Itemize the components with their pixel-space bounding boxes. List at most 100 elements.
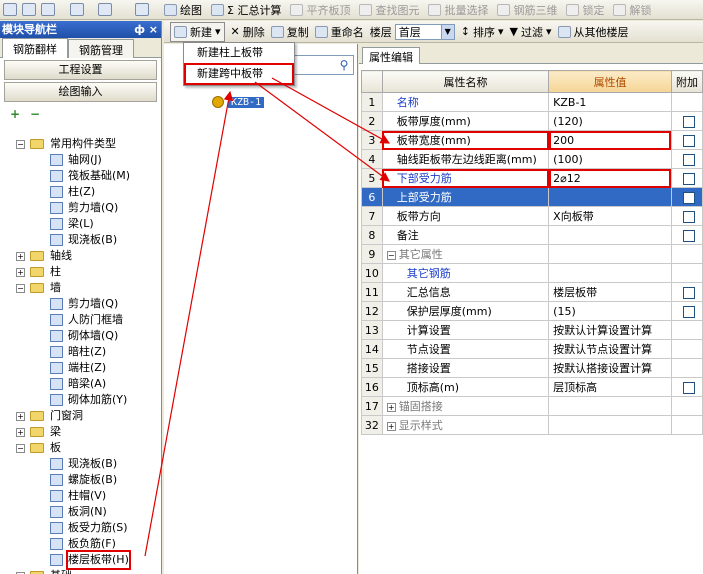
- property-row[interactable]: 1 名称 KZB-1: [361, 92, 703, 112]
- open-folder-icon[interactable]: [22, 3, 36, 16]
- tree-node[interactable]: + 轴线: [0, 248, 160, 264]
- filter-button[interactable]: ▼ 过滤 ▾: [510, 24, 552, 40]
- collapse-icon[interactable]: −: [16, 444, 25, 453]
- project-settings-button[interactable]: 工程设置: [4, 60, 157, 80]
- property-value[interactable]: 层顶标高: [548, 377, 672, 397]
- tree-node[interactable]: 板负筋(F): [0, 536, 160, 552]
- toolbar-button-1[interactable]: Σ 汇总计算: [211, 2, 281, 18]
- toolbar-button-2[interactable]: 平齐板顶: [290, 2, 350, 18]
- attach-checkbox[interactable]: [682, 153, 695, 166]
- attach-checkbox[interactable]: [682, 134, 695, 147]
- search-icon[interactable]: ⚲: [337, 58, 351, 72]
- property-row[interactable]: 3 板带宽度(mm) 200: [361, 130, 703, 150]
- tree-node[interactable]: + 柱: [0, 264, 160, 280]
- property-row[interactable]: 12 保护层厚度(mm) (15): [361, 301, 703, 321]
- tree-node[interactable]: 螺旋板(B): [0, 472, 160, 488]
- property-value[interactable]: [548, 244, 672, 264]
- property-row[interactable]: 13 计算设置 按默认计算设置计算: [361, 320, 703, 340]
- tree-node[interactable]: +基础: [0, 568, 160, 574]
- property-value[interactable]: 200: [548, 130, 672, 150]
- attach-checkbox[interactable]: [682, 286, 695, 299]
- property-row[interactable]: 11 汇总信息 楼层板带: [361, 282, 703, 302]
- attach-checkbox[interactable]: [682, 115, 695, 128]
- toolbar-button-7[interactable]: 解锁: [613, 2, 651, 18]
- new-button[interactable]: 新建 ▾: [170, 21, 225, 42]
- property-value[interactable]: (100): [548, 149, 672, 169]
- drawing-input-button[interactable]: 绘图输入: [4, 82, 157, 102]
- tree-node[interactable]: 端柱(Z): [0, 360, 160, 376]
- new-file-icon[interactable]: [3, 3, 17, 16]
- pin-icon[interactable]: ф: [134, 21, 145, 38]
- property-value[interactable]: [548, 263, 672, 283]
- property-row[interactable]: 17 + 锚固搭接: [361, 396, 703, 416]
- toolbar-button-3[interactable]: 查找图元: [359, 2, 419, 18]
- tree-node[interactable]: 剪力墙(Q): [0, 200, 160, 216]
- tree-node[interactable]: 砌体加筋(Y): [0, 392, 160, 408]
- property-row[interactable]: 32 + 显示样式: [361, 415, 703, 435]
- tree-node[interactable]: 现浇板(B): [0, 232, 160, 248]
- collapse-icon[interactable]: −: [386, 250, 396, 260]
- floor-dropdown[interactable]: 首层 ▼: [394, 23, 455, 40]
- expand-icon[interactable]: +: [386, 421, 396, 431]
- expand-all-icon[interactable]: +: [10, 108, 24, 120]
- property-value[interactable]: KZB-1: [548, 92, 672, 112]
- property-row[interactable]: 6 上部受力筋: [361, 187, 703, 207]
- property-value[interactable]: 按默认计算设置计算: [548, 320, 672, 340]
- tree-node[interactable]: 板洞(N): [0, 504, 160, 520]
- tree-node[interactable]: 柱(Z): [0, 184, 160, 200]
- expand-icon[interactable]: +: [16, 268, 25, 277]
- property-value[interactable]: [548, 415, 672, 435]
- property-value[interactable]: 2⌀12: [548, 168, 672, 188]
- tree-node[interactable]: 现浇板(B): [0, 456, 160, 472]
- property-value[interactable]: [548, 187, 672, 207]
- undo-icon[interactable]: [98, 3, 112, 16]
- property-row[interactable]: 4 轴线距板带左边线距离(mm) (100): [361, 149, 703, 169]
- search-input[interactable]: ⚲: [294, 55, 354, 75]
- toolbar-button-4[interactable]: 批量选择: [428, 2, 488, 18]
- property-value[interactable]: X向板带: [548, 206, 672, 226]
- rename-button[interactable]: 重命名: [314, 24, 364, 40]
- property-row[interactable]: 9− 其它属性: [361, 244, 703, 264]
- tree-node[interactable]: 楼层板带(H): [0, 550, 160, 570]
- menu-item-new-column-strip[interactable]: 新建柱上板带: [184, 43, 294, 63]
- tree-node[interactable]: + 门窗洞: [0, 408, 160, 424]
- overflow-icon[interactable]: [135, 3, 149, 16]
- dropdown-arrow-icon[interactable]: [41, 3, 55, 16]
- copy-button[interactable]: 复制: [270, 24, 309, 40]
- tree-node[interactable]: 柱帽(V): [0, 488, 160, 504]
- property-value[interactable]: 按默认搭接设置计算: [548, 358, 672, 378]
- toolbar-button-5[interactable]: 钢筋三维: [497, 2, 557, 18]
- attach-checkbox[interactable]: [682, 210, 695, 223]
- property-value[interactable]: [548, 225, 672, 245]
- tree-node[interactable]: 人防门框墙: [0, 312, 160, 328]
- expand-icon[interactable]: +: [16, 428, 25, 437]
- expand-icon[interactable]: +: [16, 412, 25, 421]
- property-row[interactable]: 5 下部受力筋 2⌀12: [361, 168, 703, 188]
- tree-node[interactable]: + 梁: [0, 424, 160, 440]
- tree-node[interactable]: 筏板基础(M): [0, 168, 160, 184]
- sort-button[interactable]: ↕ 排序 ▾: [461, 24, 504, 40]
- menu-item-new-middle-strip[interactable]: 新建跨中板带: [184, 63, 294, 85]
- tree-node[interactable]: 板受力筋(S): [0, 520, 160, 536]
- property-value[interactable]: (120): [548, 111, 672, 131]
- attach-checkbox[interactable]: [682, 381, 695, 394]
- collapse-icon[interactable]: −: [16, 284, 25, 293]
- tree-node[interactable]: − 墙: [0, 280, 160, 296]
- property-value[interactable]: [548, 396, 672, 416]
- tree-node[interactable]: 轴网(J): [0, 152, 160, 168]
- property-row[interactable]: 15 搭接设置 按默认搭接设置计算: [361, 358, 703, 378]
- tree-node[interactable]: 暗柱(Z): [0, 344, 160, 360]
- expand-icon[interactable]: +: [16, 252, 25, 261]
- tree-node[interactable]: 砌体墙(Q): [0, 328, 160, 344]
- tab-property-edit[interactable]: 属性编辑: [362, 47, 420, 64]
- property-row[interactable]: 7 板带方向 X向板带: [361, 206, 703, 226]
- property-row[interactable]: 2 板带厚度(mm) (120): [361, 111, 703, 131]
- property-value[interactable]: 楼层板带: [548, 282, 672, 302]
- property-row[interactable]: 14 节点设置 按默认节点设置计算: [361, 339, 703, 359]
- tree-node[interactable]: 暗梁(A): [0, 376, 160, 392]
- attach-checkbox[interactable]: [682, 305, 695, 318]
- property-row[interactable]: 16 顶标高(m) 层顶标高: [361, 377, 703, 397]
- save-icon[interactable]: [70, 3, 84, 16]
- component-node[interactable]: KZB-1: [212, 96, 265, 108]
- collapse-all-icon[interactable]: −: [30, 108, 44, 120]
